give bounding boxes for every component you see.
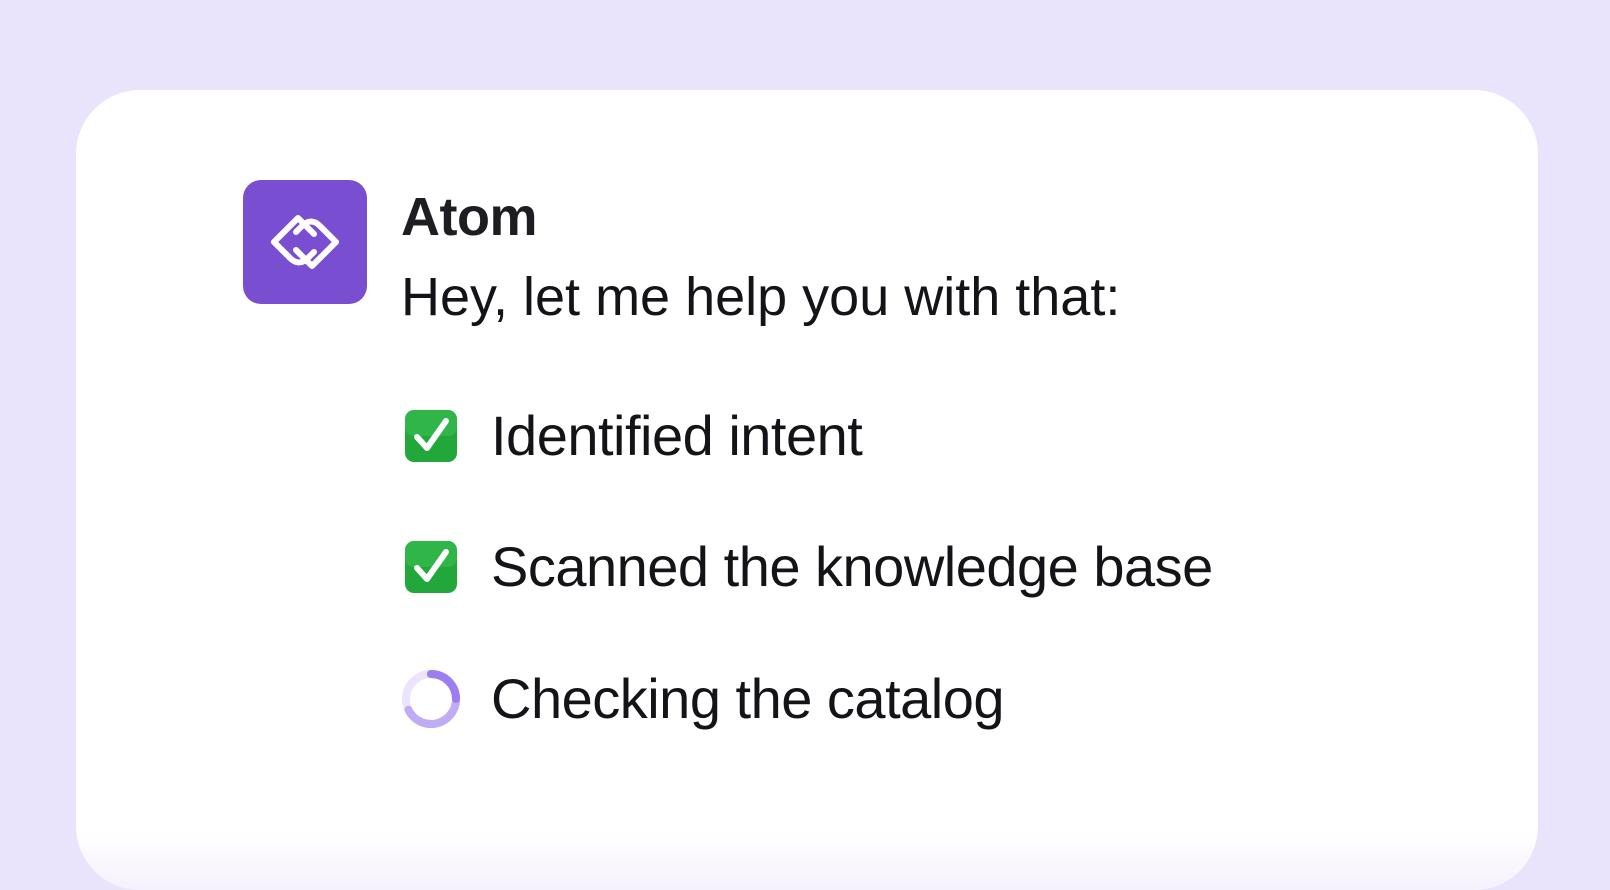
check-box-icon bbox=[401, 537, 461, 597]
step-label: Identified intent bbox=[491, 404, 863, 467]
step-item-checking-catalog: Checking the catalog bbox=[401, 667, 1005, 731]
assistant-name: Atom bbox=[401, 187, 537, 247]
step-label: Scanned the knowledge base bbox=[491, 535, 1213, 598]
loading-spinner-icon bbox=[401, 669, 461, 729]
step-item-scanned-knowledge-base: Scanned the knowledge base bbox=[401, 535, 1213, 599]
step-item-identified-intent: Identified intent bbox=[401, 404, 863, 468]
card-bottom-fade bbox=[76, 830, 1538, 890]
check-box-icon bbox=[401, 406, 461, 466]
assistant-message: Hey, let me help you with that: bbox=[401, 267, 1121, 327]
step-label: Checking the catalog bbox=[491, 667, 1005, 730]
atom-logo-icon bbox=[243, 180, 367, 304]
